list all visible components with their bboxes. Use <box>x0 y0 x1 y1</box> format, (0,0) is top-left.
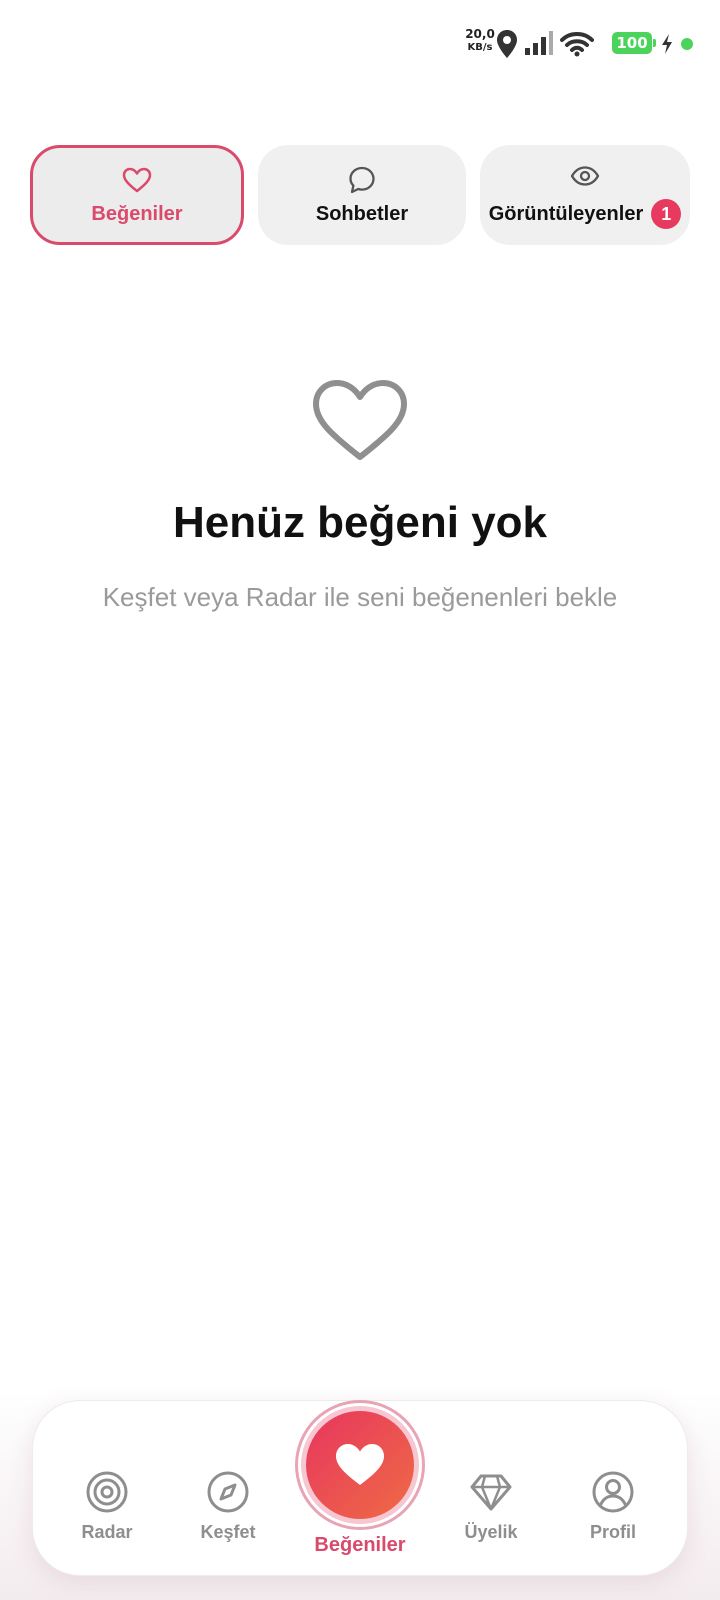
tab-likes-label: Beğeniler <box>91 202 183 225</box>
privacy-indicator-dot <box>681 38 693 50</box>
profile-icon <box>592 1471 634 1513</box>
tab-viewers-text: Görüntüleyenler <box>488 202 644 225</box>
heart-outline-icon <box>313 380 407 460</box>
nav-likes-button-inner <box>306 1411 414 1519</box>
nav-radar-label: Radar <box>81 1522 133 1542</box>
empty-state-subtitle: Keşfet veya Radar ile seni beğenenleri b… <box>102 582 618 612</box>
radar-icon <box>86 1471 128 1513</box>
viewers-count-badge: 1 <box>651 199 682 229</box>
network-speed-unit: KB/s <box>467 42 493 53</box>
tab-viewers[interactable]: Görüntüleyenler 1 <box>480 145 690 245</box>
eye-icon <box>570 166 600 186</box>
heart-icon <box>336 1444 384 1485</box>
charging-icon <box>662 34 672 54</box>
tab-chats[interactable]: Sohbetler <box>258 145 466 245</box>
nav-discover[interactable]: Keşfet <box>178 1470 278 1543</box>
nav-likes-button[interactable] <box>298 1403 422 1527</box>
nav-profile-label: Profil <box>589 1522 636 1542</box>
tab-likes[interactable]: Beğeniler <box>30 145 244 245</box>
nav-profile[interactable]: Profil <box>563 1470 663 1543</box>
signal-icon <box>525 31 553 55</box>
nav-discover-label: Keşfet <box>200 1522 256 1542</box>
nav-radar[interactable]: Radar <box>57 1470 157 1543</box>
nav-membership[interactable]: Üyelik <box>441 1470 541 1543</box>
battery-indicator: 100 <box>612 32 656 54</box>
empty-state-title: Henüz beğeni yok <box>172 498 548 547</box>
heart-icon <box>122 167 152 192</box>
tab-viewers-label: Görüntüleyenler 1 <box>488 199 682 229</box>
location-icon <box>497 30 517 58</box>
network-speed-value: 20,0 <box>465 27 495 41</box>
likes-screen: 20,0 KB/s 100 Beğeniler Sohbetler Görünt… <box>0 0 720 1600</box>
diamond-icon <box>470 1474 512 1511</box>
tab-chats-label: Sohbetler <box>315 202 409 225</box>
wifi-icon <box>560 32 594 57</box>
chat-bubble-icon <box>349 166 375 193</box>
nav-likes-label: Beğeniler <box>314 1534 406 1556</box>
status-bar: 20,0 KB/s 100 <box>0 0 720 90</box>
nav-membership-label: Üyelik <box>464 1522 518 1542</box>
network-speed: 20,0 KB/s <box>462 27 498 55</box>
compass-icon <box>207 1471 249 1513</box>
